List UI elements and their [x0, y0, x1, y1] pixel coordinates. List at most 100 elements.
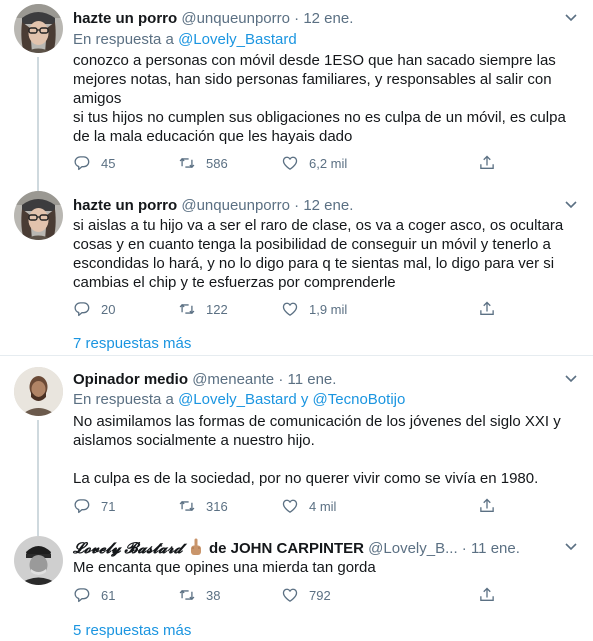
display-name[interactable]: hazte un porro: [73, 197, 177, 214]
heart-icon: [282, 499, 298, 513]
user-handle[interactable]: @unqueunporro: [181, 10, 290, 27]
separator: ·: [461, 540, 467, 557]
share-icon: [480, 587, 494, 601]
reply-button[interactable]: 71: [73, 497, 115, 515]
tweet-actions: 71 316 4 mil: [73, 497, 513, 516]
separator: ·: [294, 197, 300, 214]
retweet-count: 38: [206, 587, 221, 603]
reply-and: y: [300, 391, 309, 408]
tweet[interactable]: hazte un porro @unqueunporro · 12 ene. E…: [0, 0, 593, 185]
share-icon: [480, 301, 494, 315]
tweet-text: conozco a personas con móvil desde 1ESO …: [73, 51, 585, 146]
like-count: 4 mil: [309, 498, 337, 514]
tweet-text: No asimilamos las formas de comunicación…: [73, 412, 585, 488]
reply-icon: [74, 588, 90, 603]
share-button[interactable]: [478, 586, 506, 604]
chevron-down-icon[interactable]: [563, 9, 579, 25]
avatar[interactable]: [14, 367, 63, 416]
tweet-actions: 61 38 792: [73, 586, 513, 605]
avatar[interactable]: [14, 191, 63, 240]
reply-count: 45: [101, 155, 116, 171]
reply-icon: [74, 156, 90, 171]
display-name-part[interactable]: JOHN CARPINTER: [231, 540, 364, 557]
more-replies-link[interactable]: 7 respuestas más: [73, 334, 191, 353]
tweet-actions: 20 122 1,9 mil: [73, 300, 513, 319]
avatar[interactable]: [14, 4, 63, 53]
tweet[interactable]: Opinador medio @meneante · 11 ene. En re…: [0, 356, 593, 528]
heart-icon: [282, 156, 298, 170]
more-replies-link[interactable]: 5 respuestas más: [73, 621, 191, 640]
tweet-text-line: conozco a personas con móvil desde 1ESO …: [73, 52, 556, 107]
share-icon: [480, 498, 494, 512]
share-button[interactable]: [478, 497, 506, 515]
retweet-button[interactable]: 586: [178, 154, 228, 172]
reply-prefix: En respuesta a: [73, 391, 174, 408]
user-handle[interactable]: @unqueunporro: [181, 197, 290, 214]
retweet-icon: [179, 501, 195, 511]
user-handle[interactable]: @meneante: [192, 371, 274, 388]
tweet[interactable]: hazte un porro @unqueunporro · 12 ene. s…: [0, 185, 593, 355]
reply-mention[interactable]: @Lovely_Bastard: [178, 391, 297, 408]
reply-button[interactable]: 61: [73, 586, 115, 604]
tweet-text-line: No asimilamos las formas de comunicación…: [73, 413, 561, 449]
tweet-date[interactable]: 11 ene.: [471, 540, 520, 557]
tweet-header: hazte un porro @unqueunporro · 12 ene.: [73, 196, 353, 215]
tweet-actions: 45 586 6,2 mil: [73, 154, 513, 173]
like-count: 792: [309, 587, 331, 603]
user-handle[interactable]: @Lovely_B...: [368, 540, 457, 557]
tweet-text: si aislas a tu hijo va a ser el raro de …: [73, 217, 564, 291]
reply-context: En respuesta a @Lovely_Bastard y @TecnoB…: [73, 390, 405, 409]
display-name-part[interactable]: de: [209, 540, 227, 557]
chevron-down-icon[interactable]: [563, 370, 579, 386]
reply-mention[interactable]: @Lovely_Bastard: [178, 31, 297, 48]
like-count: 6,2 mil: [309, 155, 348, 171]
retweet-icon: [179, 304, 195, 314]
thread-line: [37, 420, 39, 528]
retweet-count: 122: [206, 301, 228, 317]
retweet-count: 316: [206, 498, 228, 514]
thread-line: [37, 528, 39, 536]
share-button[interactable]: [478, 300, 506, 318]
middle-finger-icon: [190, 538, 201, 555]
tweet-date[interactable]: 11 ene.: [287, 371, 336, 388]
retweet-count: 586: [206, 155, 228, 171]
display-name[interactable]: 𝓛𝓸𝓿𝓮𝓵𝔂 𝓑𝓪𝓼𝓽𝓪𝓻𝓭: [73, 541, 183, 557]
display-name[interactable]: hazte un porro: [73, 10, 177, 27]
retweet-button[interactable]: 38: [178, 586, 220, 604]
tweet-text: Me encanta que opines una mierda tan gor…: [73, 559, 376, 576]
tweet[interactable]: 𝓛𝓸𝓿𝓮𝓵𝔂 𝓑𝓪𝓼𝓽𝓪𝓻𝓭 de JOHN CARPINTER @Lovely…: [0, 528, 593, 641]
reply-prefix: En respuesta a: [73, 31, 174, 48]
reply-count: 61: [101, 587, 116, 603]
tweet-text-line: si tus hijos no cumplen sus obligaciones…: [73, 109, 566, 145]
reply-button[interactable]: 45: [73, 154, 115, 172]
like-count: 1,9 mil: [309, 301, 348, 317]
reply-context: En respuesta a @Lovely_Bastard: [73, 30, 297, 49]
share-icon: [480, 155, 494, 169]
tweet-date[interactable]: 12 ene.: [303, 197, 353, 214]
tweet-text-line: La culpa es de la sociedad, por no quere…: [73, 470, 539, 487]
tweet-header: hazte un porro @unqueunporro · 12 ene.: [73, 9, 353, 28]
tweet-date[interactable]: 12 ene.: [303, 10, 353, 27]
reply-icon: [74, 499, 90, 514]
retweet-button[interactable]: 316: [178, 497, 228, 515]
chevron-down-icon[interactable]: [563, 538, 579, 554]
separator: ·: [278, 371, 284, 388]
tweet-header: Opinador medio @meneante · 11 ene.: [73, 370, 336, 389]
reply-count: 20: [101, 301, 116, 317]
like-button[interactable]: 1,9 mil: [281, 300, 347, 318]
tweet-header: 𝓛𝓸𝓿𝓮𝓵𝔂 𝓑𝓪𝓼𝓽𝓪𝓻𝓭 de JOHN CARPINTER @Lovely…: [73, 538, 520, 559]
share-button[interactable]: [478, 154, 506, 172]
retweet-icon: [179, 590, 195, 600]
separator: ·: [294, 10, 300, 27]
like-button[interactable]: 792: [281, 586, 331, 604]
retweet-button[interactable]: 122: [178, 300, 228, 318]
chevron-down-icon[interactable]: [563, 196, 579, 212]
heart-icon: [282, 588, 298, 602]
thread-line: [37, 57, 39, 185]
avatar[interactable]: [14, 536, 63, 585]
like-button[interactable]: 6,2 mil: [281, 154, 347, 172]
reply-button[interactable]: 20: [73, 300, 115, 318]
like-button[interactable]: 4 mil: [281, 497, 336, 515]
reply-mention[interactable]: @TecnoBotijo: [313, 391, 406, 408]
display-name[interactable]: Opinador medio: [73, 371, 188, 388]
